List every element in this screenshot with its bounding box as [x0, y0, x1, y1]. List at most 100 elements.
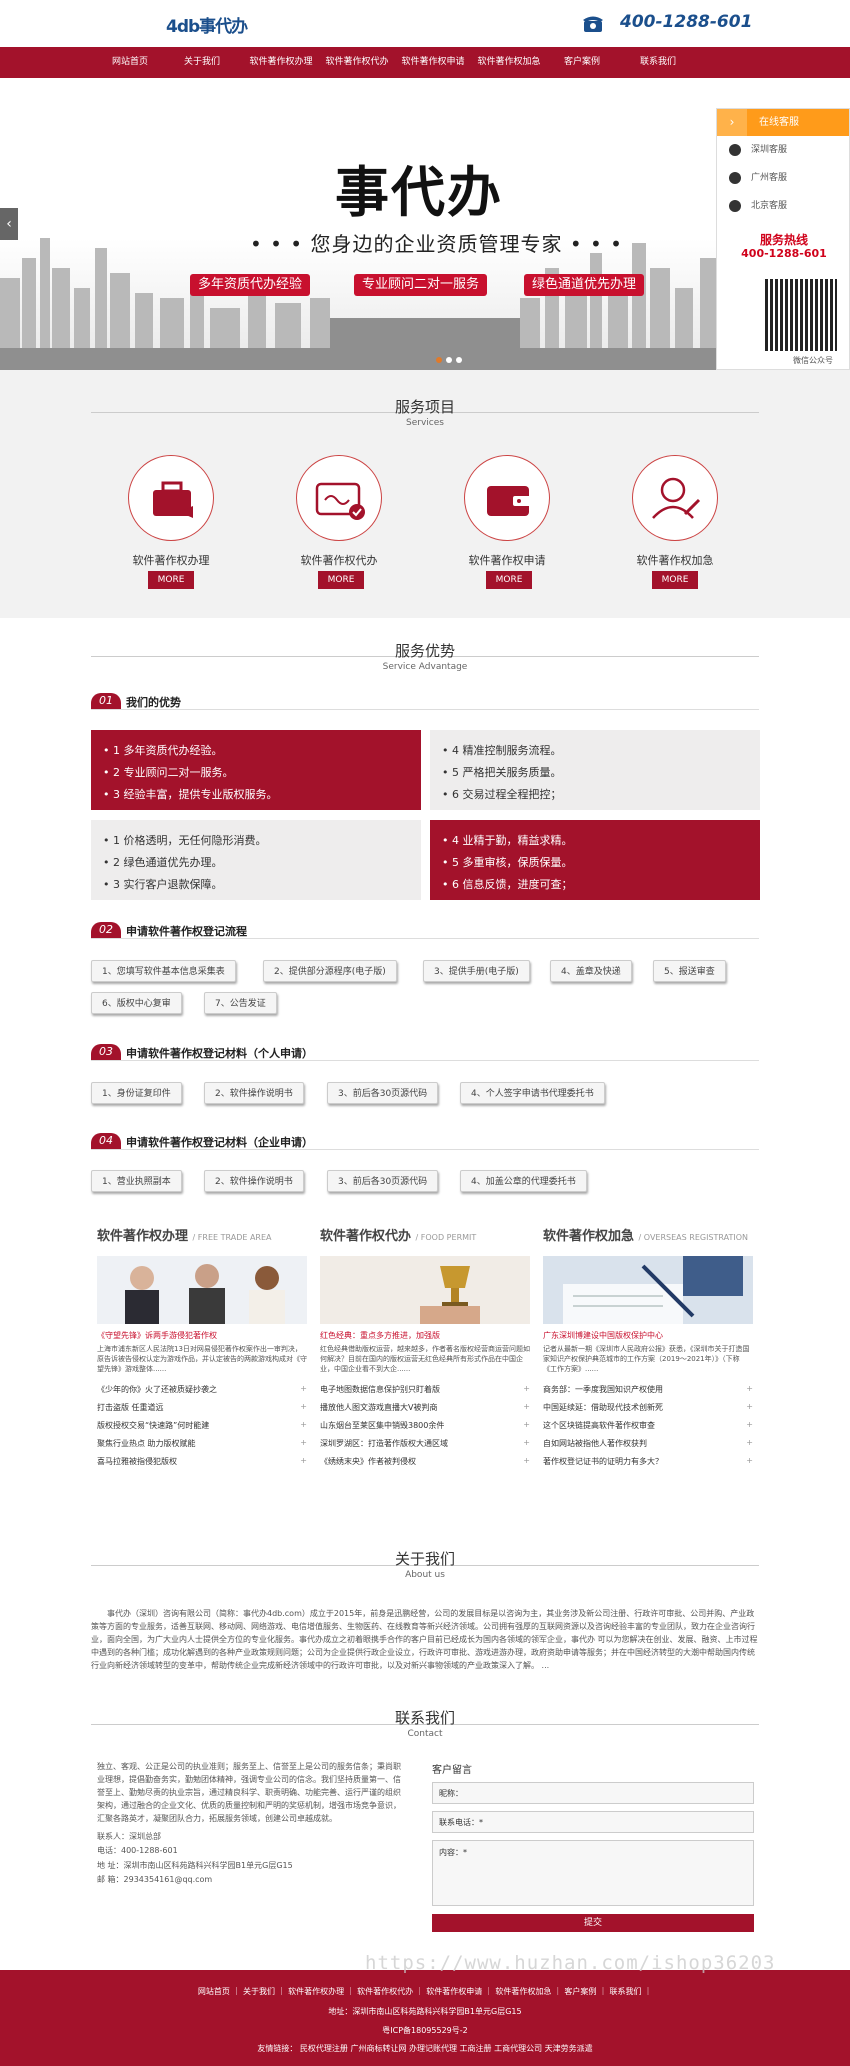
process-step[interactable]: 1、您填写软件基本信息采集表	[91, 960, 236, 982]
svc-urgent-circle[interactable]	[632, 455, 718, 541]
phone-field[interactable]: 联系电话：*	[432, 1811, 754, 1833]
news-item[interactable]: 聚焦行业热点 助力版权赋能 +	[97, 1438, 307, 1449]
footer-links[interactable]: 网站首页 ｜ 关于我们 ｜ 软件著作权办理 ｜ 软件著作权代办 ｜ 软件著作权申…	[0, 1986, 850, 1997]
svc-agent-circle[interactable]	[296, 455, 382, 541]
banner-slogan: • • • 您身边的企业资质管理专家 • • •	[250, 232, 623, 256]
advantage-item: • 1 多年资质代办经验。	[103, 744, 223, 757]
news-item-text: 著作权登记证书的证明力有多大？	[543, 1457, 663, 1466]
footer-icp[interactable]: 粤ICP备18095529号-2	[0, 2025, 850, 2036]
office-people-image[interactable]	[97, 1256, 307, 1324]
news-item[interactable]: 深圳罗湖区：打造著作版权大通区域 +	[320, 1438, 530, 1449]
site-logo[interactable]: 4db事代办	[166, 12, 248, 37]
nav-contact[interactable]: 联系我们	[628, 47, 688, 78]
svc-handle-circle[interactable]	[128, 455, 214, 541]
news-col-title[interactable]: 软件著作权代办 / FOOD PERMIT	[320, 1225, 476, 1244]
service-label: 北京客服	[751, 201, 788, 211]
nav-home[interactable]: 网站首页	[100, 47, 160, 78]
news-item[interactable]: 打击盗版 任重道远 +	[97, 1402, 307, 1413]
process-step[interactable]: 4、盖章及快递	[550, 960, 632, 982]
nav-apply[interactable]: 软件著作权申请	[397, 47, 469, 78]
material-item[interactable]: 2、软件操作说明书	[204, 1170, 304, 1192]
material-item[interactable]: 1、营业执照副本	[91, 1170, 182, 1192]
process-step[interactable]: 7、公告发证	[204, 992, 277, 1014]
news-headline-text: 红色经典：重点多方推进，加强版	[320, 1331, 440, 1340]
banner-dot[interactable]	[446, 357, 452, 363]
message-content-field[interactable]: 内容：*	[432, 1840, 754, 1906]
news-item-text: 商务部：一季度我国知识产权使用	[543, 1385, 663, 1394]
online-service-header[interactable]: › 在线客服	[717, 109, 849, 136]
advantage-item: • 2 绿色通道优先办理。	[103, 856, 223, 869]
banner-dots	[434, 348, 464, 367]
advantage-box-4: • 4 业精于勤，精益求精。 • 5 多重审核，保质保量。 • 6 信息反馈，进…	[430, 820, 760, 900]
news-item[interactable]: 《绣绣末央》作者被判侵权 +	[320, 1456, 530, 1467]
news-headline[interactable]: 《守望先锋》诉两手游侵犯著作权	[97, 1330, 307, 1341]
service-guangzhou[interactable]: 广州客服	[717, 164, 849, 192]
process-step[interactable]: 6、版权中心复审	[91, 992, 182, 1014]
news-headline[interactable]: 广东深圳博建设中国版权保护中心	[543, 1330, 753, 1341]
process-step[interactable]: 3、提供手册(电子版)	[423, 960, 530, 982]
services-title: 服务项目	[394, 398, 455, 416]
online-service-title: 在线客服	[759, 117, 799, 128]
material-item[interactable]: 2、软件操作说明书	[204, 1082, 304, 1104]
nickname-field[interactable]: 昵称：	[432, 1782, 754, 1804]
advantage-item: • 6 交易过程全程把控；	[442, 788, 562, 801]
advantage-item: • 4 业精于勤，精益求精。	[442, 834, 573, 847]
banner-brand: 事代办	[335, 160, 503, 224]
material-item[interactable]: 3、前后各30页源代码	[327, 1082, 439, 1104]
contact-email: 邮 箱：2934354161@qq.com	[97, 1875, 213, 1884]
banner-dot[interactable]	[436, 357, 442, 363]
material-item[interactable]: 1、身份证复印件	[91, 1082, 182, 1104]
banner-dot[interactable]	[456, 357, 462, 363]
news-item-text: 这个区块链提高软件著作权审查	[543, 1421, 655, 1430]
advantage-item: • 4 精准控制服务流程。	[442, 744, 562, 757]
news-item[interactable]: 播放他人图文游戏直播大V被判商 +	[320, 1402, 530, 1413]
news-item[interactable]: 这个区块链提高软件著作权审查 +	[543, 1420, 753, 1431]
svc-apply-circle[interactable]	[464, 455, 550, 541]
news-item[interactable]: 喜马拉雅被指侵犯版权 +	[97, 1456, 307, 1467]
service-shenzhen[interactable]: 深圳客服	[717, 136, 849, 164]
heading-number: 04	[91, 1133, 121, 1149]
news-item[interactable]: 商务部：一季度我国知识产权使用 +	[543, 1384, 753, 1395]
advantage-item: • 3 实行客户退款保障。	[103, 878, 223, 891]
nav-about[interactable]: 关于我们	[172, 47, 232, 78]
news-headline-text: 广东深圳博建设中国版权保护中心	[543, 1331, 663, 1340]
nav-handle[interactable]: 软件著作权办理	[245, 47, 317, 78]
news-col-title[interactable]: 软件著作权加急 / OVERSEAS REGISTRATION	[543, 1225, 748, 1244]
news-col-title[interactable]: 软件著作权办理 / FREE TRADE AREA	[97, 1225, 272, 1244]
process-step[interactable]: 2、提供部分源程序(电子版)	[263, 960, 397, 982]
submit-button[interactable]: 提交	[432, 1914, 754, 1932]
plus-icon: +	[300, 1420, 307, 1429]
news-item-text: 中国延续延：借助现代技术创新死	[543, 1403, 663, 1412]
about-subtitle: About us	[405, 1570, 445, 1580]
trophy-image[interactable]	[320, 1256, 530, 1324]
chevron-right-icon[interactable]: ›	[717, 109, 747, 136]
svc-apply-more-button[interactable]: MORE	[486, 571, 532, 589]
news-item-text: 自如网站被指他人著作权获判	[543, 1439, 647, 1448]
news-item[interactable]: 《少年的你》火了还被质疑抄袭之 +	[97, 1384, 307, 1395]
nav-cases[interactable]: 客户案例	[552, 47, 612, 78]
contact-person: 联系人：深圳总部	[97, 1832, 161, 1841]
news-item[interactable]: 山东烟台至莱区集中销毁3800余件 +	[320, 1420, 530, 1431]
service-beijing[interactable]: 北京客服	[717, 192, 849, 220]
main-nav: 网站首页 关于我们 软件著作权办理 软件著作权代办 软件著作权申请 软件著作权加…	[0, 47, 850, 78]
nav-agent[interactable]: 软件著作权代办	[321, 47, 393, 78]
news-item[interactable]: 中国延续延：借助现代技术创新死 +	[543, 1402, 753, 1413]
news-item[interactable]: 自如网站被指他人著作权获判 +	[543, 1438, 753, 1449]
material-item[interactable]: 4、加盖公章的代理委托书	[460, 1170, 587, 1192]
svc-urgent-more-button[interactable]: MORE	[652, 571, 698, 589]
svc-agent-more-button[interactable]: MORE	[318, 571, 364, 589]
material-item[interactable]: 4、个人签字申请书代理委托书	[460, 1082, 605, 1104]
news-headline[interactable]: 红色经典：重点多方推进，加强版	[320, 1330, 530, 1341]
news-item[interactable]: 版权授权交易“快速路”何时能建 +	[97, 1420, 307, 1431]
plus-icon: +	[523, 1438, 530, 1447]
footer-friend-links[interactable]: 友情链接： 民权代理注册 广州商标转让网 办理记账代理 工商注册 工商代理公司 …	[0, 2043, 850, 2054]
news-item[interactable]: 著作权登记证书的证明力有多大？ +	[543, 1456, 753, 1467]
nav-urgent[interactable]: 软件著作权加急	[473, 47, 545, 78]
hotline-number: 400-1288-601	[741, 247, 827, 260]
svc-handle-more-button[interactable]: MORE	[148, 571, 194, 589]
material-item[interactable]: 3、前后各30页源代码	[327, 1170, 439, 1192]
news-item[interactable]: 电子地图数据信息保护别只盯着版 +	[320, 1384, 530, 1395]
signing-document-image[interactable]	[543, 1256, 753, 1324]
process-step[interactable]: 5、报送审查	[653, 960, 726, 982]
banner-prev-arrow[interactable]: ‹	[0, 208, 18, 240]
